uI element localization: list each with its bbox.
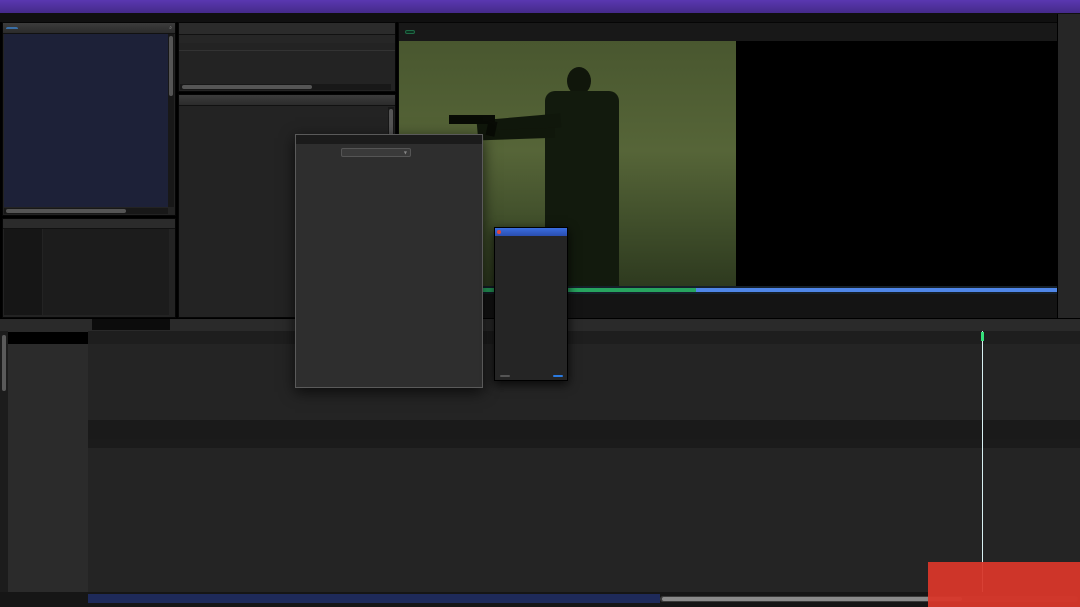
frame-bin-titlebar[interactable] — [179, 95, 395, 106]
timeline-ruler-mid[interactable] — [88, 439, 1080, 448]
filter-popup-buttons — [500, 375, 563, 377]
sequences-bin-tabs — [179, 23, 395, 35]
effects-panel — [2, 218, 176, 318]
sequences-bin-columns — [179, 43, 395, 51]
project-bin-vscrollbar[interactable] — [168, 34, 174, 207]
filter-popup-titlebar[interactable] — [495, 228, 567, 236]
export-as-dropdown[interactable]: ▼ — [341, 148, 411, 157]
timeline-bottom-bar — [0, 592, 1080, 607]
track-header-column — [8, 344, 89, 592]
menu-bar — [0, 0, 1080, 13]
sequences-bin-hscrollbar[interactable] — [180, 84, 391, 90]
timeline-tracks-area[interactable] — [88, 344, 1080, 592]
project-bin-hscrollbar[interactable] — [4, 208, 168, 214]
playhead[interactable] — [982, 331, 983, 592]
ok-button[interactable] — [553, 375, 563, 377]
close-icon[interactable] — [497, 230, 501, 234]
effects-list — [43, 229, 169, 315]
project-bin-titlebar[interactable]: ⌕ — [3, 23, 175, 34]
timeline-ruler-top[interactable] — [88, 331, 1080, 345]
project-bin-list — [4, 34, 168, 207]
composer-header — [399, 23, 1058, 41]
timeline-timecode-display — [92, 319, 170, 330]
project-bin-panel: ⌕ — [2, 22, 176, 216]
sequences-bin-toolbar — [179, 35, 395, 43]
playhead-tip — [981, 332, 984, 341]
sequences-bin-panel — [178, 22, 396, 92]
project-bin-tab[interactable] — [6, 27, 18, 29]
bin-search-icon[interactable]: ⌕ — [169, 25, 172, 31]
cancel-button[interactable] — [500, 375, 510, 377]
effects-categories — [4, 229, 42, 315]
avid-media-composer-window: ⌕ — [0, 0, 1080, 607]
window-title — [0, 13, 1080, 22]
watermark-badge — [928, 562, 1080, 607]
export-dialog-title[interactable] — [296, 135, 482, 144]
timecode-track-bar — [88, 594, 660, 603]
track-v1-segments — [88, 420, 1080, 439]
export-dialog: ▼ — [295, 134, 483, 388]
workspace-toolbar — [1057, 14, 1080, 318]
face-strips — [736, 41, 1058, 286]
composer-clip-name[interactable] — [405, 30, 415, 34]
effects-tabs — [3, 219, 175, 229]
timeline-vscrollbar[interactable] — [0, 331, 8, 592]
filter-popup — [494, 227, 568, 381]
